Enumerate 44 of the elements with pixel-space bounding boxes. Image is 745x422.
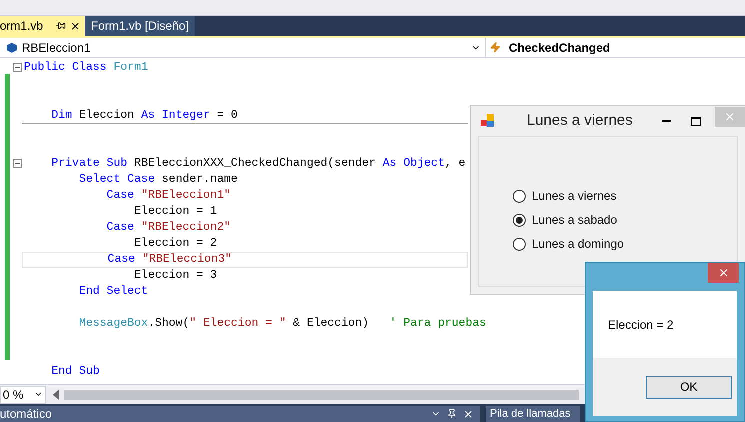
panel-header: utomático xyxy=(0,406,480,422)
caret-icon xyxy=(34,390,43,399)
event-dropdown[interactable]: CheckedChanged xyxy=(486,38,745,57)
window-title: Lunes a viernes xyxy=(527,110,633,131)
app-icon xyxy=(481,114,495,128)
scroll-left-icon[interactable] xyxy=(52,390,60,400)
cube-icon xyxy=(6,42,18,54)
editor-tab[interactable]: orm1.vb xyxy=(0,16,85,36)
close-icon[interactable] xyxy=(463,408,474,420)
panel-header: Pila de llamadas xyxy=(486,406,580,422)
code-line: Select Case sender.name xyxy=(78,172,239,188)
code-line: Eleccion = 3 xyxy=(133,268,218,284)
code-line: Dim Eleccion As Integer = 0 xyxy=(22,108,468,124)
maximize-icon[interactable] xyxy=(691,116,701,126)
code-line: Case "RBEleccion1" xyxy=(106,188,232,204)
code-line: MessageBox.Show(" Eleccion = " & Eleccion) ' Para pruebas xyxy=(78,316,486,332)
zoom-dropdown[interactable]: 0 % xyxy=(0,386,46,404)
object-dropdown[interactable]: RBEleccion1 xyxy=(0,38,486,57)
fold-icon[interactable] xyxy=(13,159,22,168)
message-text: Eleccion = 2 xyxy=(608,316,674,334)
horizontal-scrollbar[interactable] xyxy=(64,390,579,400)
close-icon xyxy=(724,111,736,123)
close-icon xyxy=(718,267,730,279)
close-icon[interactable] xyxy=(70,20,81,32)
code-line: End Sub xyxy=(50,364,101,380)
radio-option[interactable]: Lunes a domingo xyxy=(513,235,737,253)
radio-option[interactable]: Lunes a viernes xyxy=(513,187,737,205)
radio-option[interactable]: Lunes a sabado xyxy=(513,211,737,229)
fold-icon[interactable] xyxy=(13,63,22,72)
radio-button[interactable] xyxy=(513,214,526,226)
code-line: End Select xyxy=(78,284,150,300)
close-button[interactable] xyxy=(708,263,739,283)
ok-button[interactable]: OK xyxy=(646,376,732,398)
radio-button[interactable] xyxy=(513,238,526,250)
code-line: Eleccion = 1 xyxy=(133,204,218,220)
pin-icon[interactable] xyxy=(56,21,66,31)
radio-button[interactable] xyxy=(513,190,526,202)
code-line: Eleccion = 2 xyxy=(133,236,218,252)
pin-icon[interactable] xyxy=(447,409,457,419)
code-line: Case "RBEleccion2" xyxy=(106,220,232,236)
code-line: Private Sub RBEleccionXXX_CheckedChanged(sender As Object, e xyxy=(50,156,467,172)
code-line: Public Class Form1 xyxy=(23,60,150,76)
lightning-icon xyxy=(490,42,501,53)
editor-tab[interactable]: Form1.vb [Diseño] xyxy=(85,16,196,36)
